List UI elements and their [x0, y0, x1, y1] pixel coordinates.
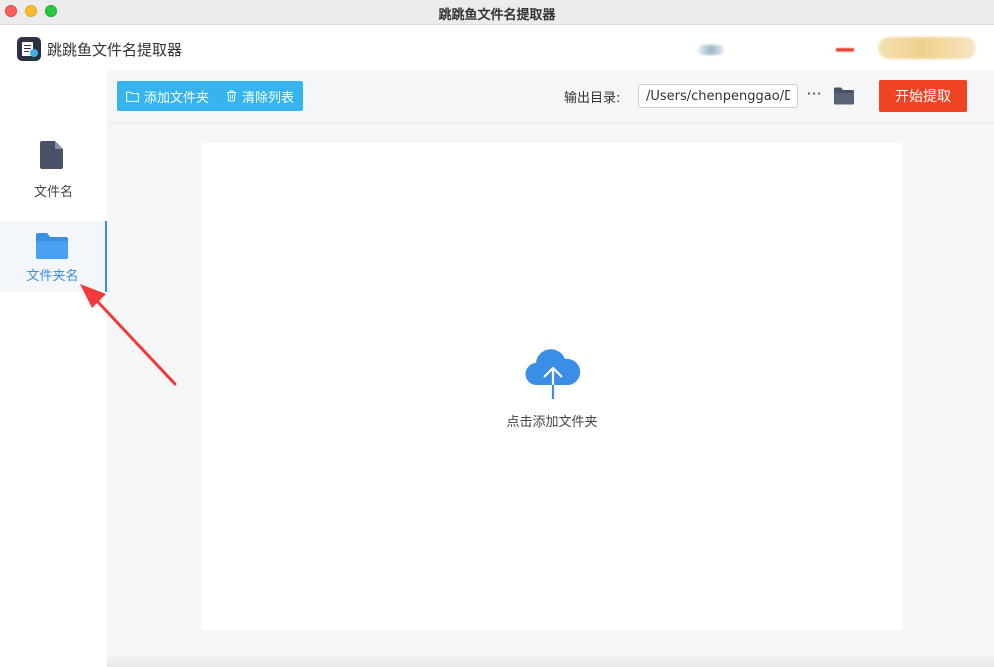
clear-list-button[interactable]: 清除列表: [226, 87, 294, 106]
add-folder-label: 添加文件夹: [144, 90, 210, 106]
dropzone-text: 点击添加文件夹: [506, 415, 598, 430]
sidebar-item-foldername[interactable]: 文件夹名: [0, 221, 107, 292]
start-extract-button[interactable]: 开始提取: [879, 80, 967, 112]
toolbar: 添加文件夹 清除列表 输出目录: ··· 开始提取: [107, 70, 994, 123]
output-directory-input[interactable]: [638, 84, 798, 108]
toolbar-button-group: 添加文件夹 清除列表: [117, 81, 304, 111]
window-title: 跳跳鱼文件名提取器: [438, 8, 556, 23]
sidebar-item-filename[interactable]: 文件名: [0, 136, 107, 207]
app-header: 跳跳鱼文件名提取器: [0, 26, 994, 70]
folder-icon: [36, 233, 68, 259]
bottom-shadow: [107, 653, 994, 667]
app-logo-icon: [17, 37, 41, 61]
sidebar: 文件名 文件夹名: [0, 70, 107, 667]
file-icon: [40, 141, 63, 169]
output-directory-label: 输出目录:: [564, 91, 621, 106]
cloud-upload-icon: [525, 349, 581, 399]
header-blurred-button[interactable]: [878, 37, 976, 59]
app-name: 跳跳鱼文件名提取器: [47, 41, 183, 59]
folder-outline-icon: [126, 91, 139, 102]
trash-icon: [227, 90, 237, 102]
sidebar-item-label: 文件夹名: [26, 269, 79, 284]
add-folder-dropzone[interactable]: 点击添加文件夹: [202, 143, 902, 630]
window-titlebar: 跳跳鱼文件名提取器: [0, 0, 994, 25]
header-blurred-item[interactable]: [698, 45, 724, 55]
more-options-button[interactable]: ···: [804, 84, 824, 108]
open-folder-icon[interactable]: [834, 87, 854, 105]
sidebar-item-label: 文件名: [33, 185, 73, 200]
header-blurred-badge[interactable]: [836, 40, 854, 54]
clear-list-label: 清除列表: [242, 90, 295, 106]
add-folder-button[interactable]: 添加文件夹: [126, 87, 209, 106]
main-area: 添加文件夹 清除列表 输出目录: ··· 开始提取: [107, 70, 994, 667]
